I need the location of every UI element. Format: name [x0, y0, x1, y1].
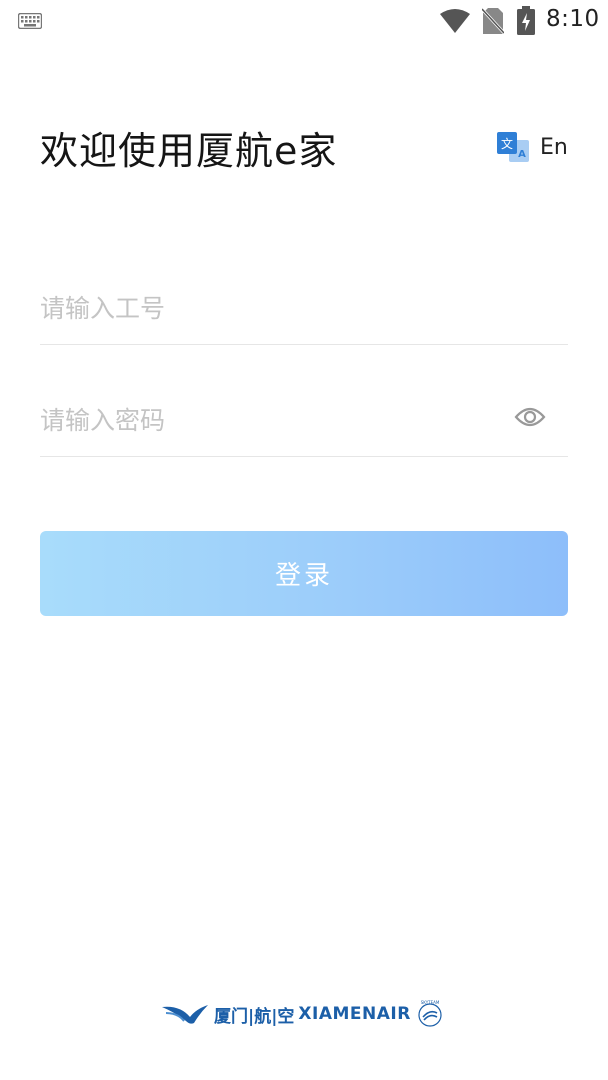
- status-bar: 8:10: [0, 0, 608, 42]
- svg-text:文: 文: [501, 136, 513, 151]
- egret-logo-icon: [162, 1005, 208, 1024]
- employee-id-input[interactable]: [40, 285, 500, 331]
- welcome-title: 欢迎使用厦航e家: [40, 129, 338, 173]
- wifi-icon: [440, 9, 470, 33]
- translate-icon: 文 A: [497, 132, 529, 162]
- brand-name-chinese: 厦门|航|空: [214, 1006, 295, 1027]
- skyteam-text: SKYTEAM: [421, 1000, 440, 1005]
- keyboard-icon: [18, 13, 42, 29]
- employee-id-field: [40, 285, 568, 345]
- password-field: [40, 397, 568, 457]
- battery-charging-icon: [517, 6, 535, 35]
- login-button[interactable]: 登录: [40, 531, 568, 616]
- eye-icon[interactable]: [514, 403, 546, 431]
- brand-name-english: XIAMENAIR: [298, 1004, 411, 1024]
- language-toggle[interactable]: 文 A En: [496, 128, 568, 166]
- svg-text:A: A: [518, 149, 526, 160]
- skyteam-logo-icon: SKYTEAM: [418, 1000, 442, 1027]
- status-clock: 8:10: [546, 6, 600, 32]
- xiamen-air-logo: 厦门|航|空 XIAMENAIR SKYTEAM: [160, 996, 450, 1032]
- language-label: En: [540, 134, 568, 160]
- no-sim-icon: [482, 7, 504, 35]
- password-input[interactable]: [40, 397, 500, 443]
